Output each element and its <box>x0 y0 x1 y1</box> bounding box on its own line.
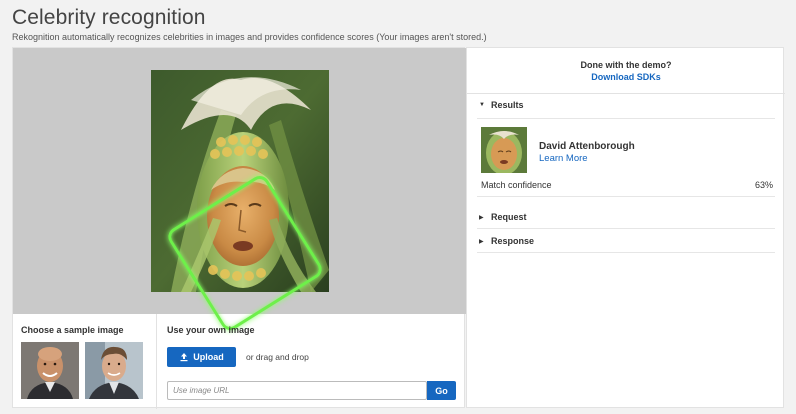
response-toggle[interactable]: ▶ Response <box>479 236 534 246</box>
results-panel: Done with the demo? Download SDKs ▼ Resu… <box>466 47 785 408</box>
done-text: Done with the demo? <box>580 60 672 70</box>
divider <box>477 196 775 197</box>
learn-more-link[interactable]: Learn More <box>539 153 588 164</box>
divider <box>477 118 775 119</box>
caret-down-icon: ▼ <box>479 102 485 108</box>
caret-right-icon: ▶ <box>479 214 484 221</box>
drag-drop-text: or drag and drop <box>246 352 309 362</box>
sample-images-label: Choose a sample image <box>21 325 124 335</box>
own-image-label: Use your own image <box>167 325 255 335</box>
sample-image-2[interactable] <box>85 342 143 399</box>
upload-icon <box>179 352 189 362</box>
sample-images-section: Choose a sample image <box>21 325 151 399</box>
sample-image-1[interactable] <box>21 342 79 399</box>
go-button[interactable]: Go <box>427 381 456 400</box>
request-label: Request <box>491 212 527 222</box>
result-face-thumbnail <box>481 127 527 173</box>
results-label: Results <box>491 100 524 110</box>
match-confidence-value: 63% <box>754 180 773 190</box>
caret-right-icon: ▶ <box>479 238 484 245</box>
request-toggle[interactable]: ▶ Request <box>479 212 527 222</box>
divider <box>477 228 775 229</box>
image-url-input[interactable] <box>167 381 427 400</box>
demo-panel: Choose a sample image Use your own image… <box>12 47 466 409</box>
response-label: Response <box>491 236 535 246</box>
upload-button-label: Upload <box>193 352 224 362</box>
page-title: Celebrity recognition <box>12 6 206 29</box>
own-image-section: Use your own image Upload or drag and dr… <box>156 314 466 409</box>
download-sdks-link[interactable]: Download SDKs <box>467 72 785 82</box>
done-block: Done with the demo? Download SDKs <box>467 48 785 94</box>
upload-button[interactable]: Upload <box>167 347 236 367</box>
match-confidence-label: Match confidence <box>481 180 552 190</box>
divider <box>477 252 775 253</box>
image-stage <box>13 48 466 334</box>
results-toggle[interactable]: ▼ Results <box>479 100 524 110</box>
page-subtitle: Rekognition automatically recognizes cel… <box>12 32 487 42</box>
celebrity-name: David Attenborough <box>539 141 635 152</box>
